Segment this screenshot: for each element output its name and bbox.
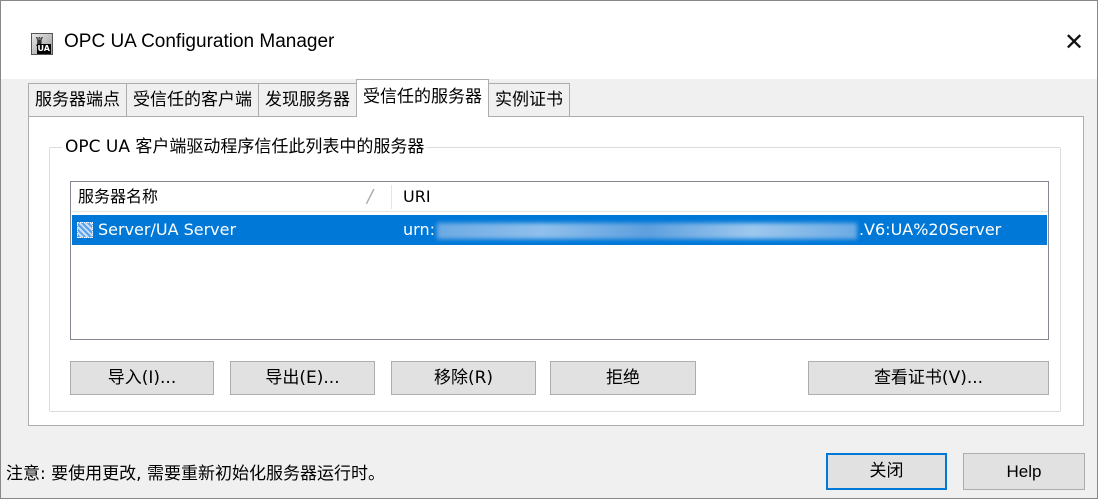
server-name-cell: Server/UA Server	[98, 220, 237, 239]
server-uri-cell: urn: .V6:UA%20Server	[403, 215, 1001, 245]
tab-instance-certificate[interactable]: 实例证书	[488, 83, 570, 117]
tab-trusted-servers[interactable]: 受信任的服务器	[356, 79, 489, 117]
certificate-icon	[77, 222, 93, 238]
help-button[interactable]: Help	[963, 453, 1085, 490]
list-item[interactable]: Server/UA Server urn: .V6:UA%20Server	[72, 215, 1047, 245]
tab-discovery-servers[interactable]: 发现服务器	[258, 83, 357, 117]
column-header-uri[interactable]: URI	[403, 182, 431, 212]
remove-button[interactable]: 移除(R)	[391, 361, 536, 395]
view-certificate-button[interactable]: 查看证书(V)...	[808, 361, 1049, 395]
column-header-server-name[interactable]: 服务器名称	[78, 182, 393, 212]
export-button[interactable]: 导出(E)...	[230, 361, 375, 395]
window-title: OPC UA Configuration Manager	[64, 31, 335, 52]
list-header: 服务器名称 / URI	[71, 182, 1048, 212]
tab-trusted-clients[interactable]: 受信任的客户端	[126, 83, 259, 117]
group-title: OPC UA 客户端驱动程序信任此列表中的服务器	[62, 135, 428, 159]
uri-prefix: urn:	[403, 220, 435, 239]
uri-suffix: .V6:UA%20Server	[858, 220, 1002, 239]
trusted-servers-list[interactable]: 服务器名称 / URI Server/UA Server urn: .V6:UA%…	[70, 181, 1049, 340]
close-icon[interactable]: ✕	[1059, 27, 1089, 57]
config-manager-window: ♜ UA OPC UA Configuration Manager ✕ 服务器端点…	[0, 0, 1098, 499]
close-button[interactable]: 关闭	[826, 453, 947, 490]
import-button[interactable]: 导入(I)...	[70, 361, 214, 395]
sort-indicator-icon: /	[367, 186, 374, 207]
opc-ua-app-icon: ♜ UA	[31, 33, 53, 55]
tab-server-endpoints[interactable]: 服务器端点	[28, 83, 127, 117]
column-divider[interactable]	[391, 185, 392, 209]
redacted-uri-segment	[436, 222, 857, 239]
title-bar: ♜ UA OPC UA Configuration Manager ✕	[1, 1, 1097, 79]
tab-strip: 服务器端点 受信任的客户端 发现服务器 受信任的服务器 实例证书	[28, 79, 570, 117]
reject-button[interactable]: 拒绝	[550, 361, 696, 395]
restart-note: 注意: 要使用更改, 需要重新初始化服务器运行时。	[6, 464, 385, 484]
trusted-servers-panel: OPC UA 客户端驱动程序信任此列表中的服务器 服务器名称 / URI Ser…	[28, 116, 1084, 426]
trusted-servers-group: OPC UA 客户端驱动程序信任此列表中的服务器 服务器名称 / URI Ser…	[49, 135, 1061, 412]
